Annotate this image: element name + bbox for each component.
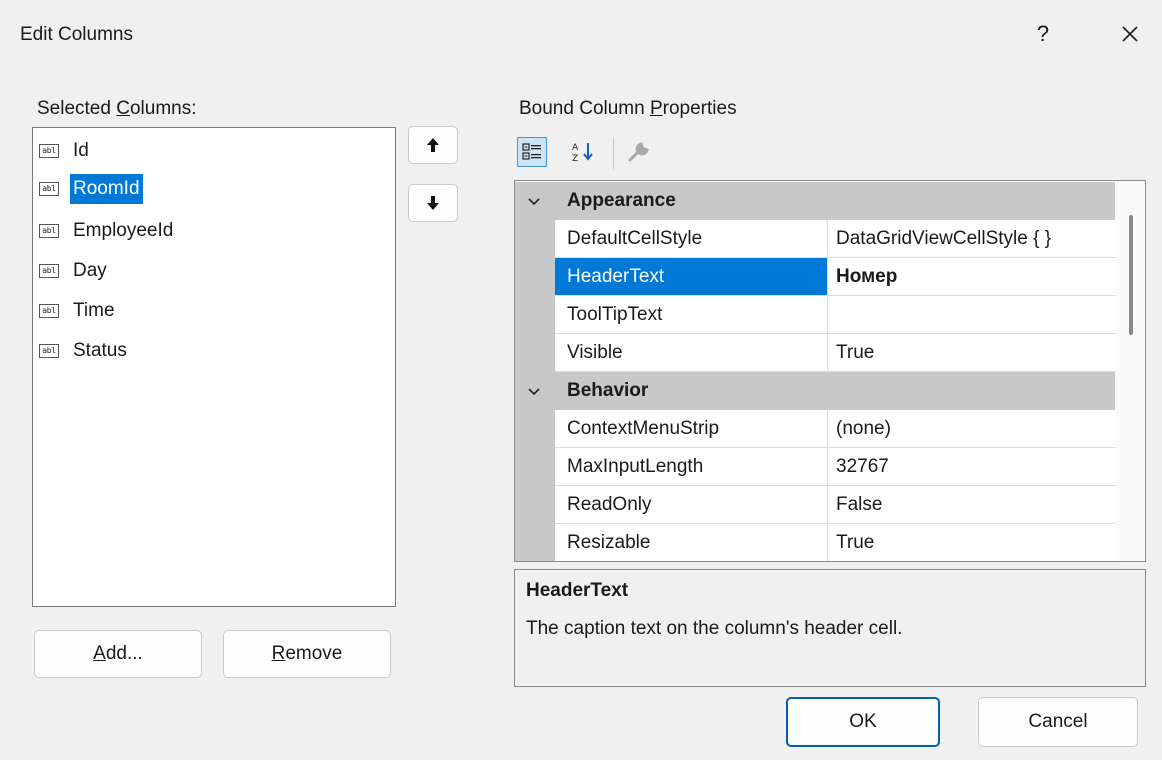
property-grid[interactable]: Appearance DefaultCellStyle DataGridView… bbox=[514, 180, 1146, 562]
scrollbar-thumb[interactable] bbox=[1129, 215, 1133, 335]
help-button[interactable]: ? bbox=[1026, 14, 1060, 54]
property-name: HeaderText bbox=[555, 258, 828, 296]
property-row-tooltiptext[interactable]: ToolTipText bbox=[515, 296, 1124, 334]
property-value[interactable] bbox=[827, 296, 1124, 334]
property-name: Visible bbox=[555, 334, 828, 372]
properties-label: Bound Column Properties bbox=[519, 98, 737, 119]
property-name: DefaultCellStyle bbox=[555, 220, 828, 258]
arrow-up-icon bbox=[427, 138, 439, 152]
wrench-icon bbox=[628, 142, 649, 162]
alphabetical-icon: A Z bbox=[572, 143, 593, 163]
categorized-button[interactable] bbox=[517, 137, 547, 167]
property-row-maxinputlength[interactable]: MaxInputLength 32767 bbox=[515, 448, 1124, 486]
property-row-visible[interactable]: Visible True bbox=[515, 334, 1124, 372]
chevron-down-icon bbox=[528, 388, 540, 396]
category-label: Appearance bbox=[567, 190, 676, 211]
text-column-icon: abl bbox=[39, 344, 59, 358]
description-title: HeaderText bbox=[526, 580, 629, 601]
category-appearance[interactable]: Appearance bbox=[515, 182, 1115, 220]
move-down-button[interactable] bbox=[408, 184, 458, 222]
list-item-day[interactable]: abl Day bbox=[39, 252, 110, 290]
list-item-label: EmployeeId bbox=[73, 220, 174, 241]
svg-text:Z: Z bbox=[572, 154, 578, 163]
selected-columns-label: Selected Columns: bbox=[37, 98, 197, 119]
property-value[interactable]: True bbox=[827, 334, 1124, 372]
list-item-label: Time bbox=[73, 300, 115, 321]
property-row-readonly[interactable]: ReadOnly False bbox=[515, 486, 1124, 524]
category-label: Behavior bbox=[567, 380, 649, 401]
list-item-id[interactable]: abl Id bbox=[39, 132, 92, 170]
ok-button[interactable]: OK bbox=[786, 697, 940, 747]
list-item-label: Status bbox=[73, 340, 127, 361]
property-value[interactable]: True bbox=[827, 524, 1124, 561]
property-value[interactable]: False bbox=[827, 486, 1124, 524]
add-button[interactable]: Add... bbox=[34, 630, 202, 678]
svg-text:A: A bbox=[572, 143, 579, 153]
property-name: Resizable bbox=[555, 524, 828, 561]
property-value[interactable]: Номер bbox=[827, 258, 1124, 296]
remove-button[interactable]: Remove bbox=[223, 630, 391, 678]
move-up-button[interactable] bbox=[408, 126, 458, 164]
property-pages-button[interactable] bbox=[624, 137, 654, 167]
text-column-icon: abl bbox=[39, 224, 59, 238]
description-text: The caption text on the column's header … bbox=[526, 618, 903, 639]
list-item-label: RoomId bbox=[70, 174, 143, 204]
list-item-roomid[interactable]: abl RoomId bbox=[39, 170, 143, 208]
dialog-title: Edit Columns bbox=[20, 24, 133, 45]
property-row-resizable[interactable]: Resizable True bbox=[515, 524, 1115, 561]
close-icon bbox=[1122, 26, 1138, 42]
property-row-contextmenustrip[interactable]: ContextMenuStrip (none) bbox=[515, 410, 1124, 448]
property-name: MaxInputLength bbox=[555, 448, 828, 486]
list-item-employeeid[interactable]: abl EmployeeId bbox=[39, 212, 176, 250]
cancel-button[interactable]: Cancel bbox=[978, 697, 1138, 747]
text-column-icon: abl bbox=[39, 144, 59, 158]
remove-button-label: Remove bbox=[271, 643, 343, 664]
selected-columns-list[interactable]: abl Id abl RoomId abl EmployeeId abl Day… bbox=[32, 127, 396, 607]
arrow-down-icon bbox=[427, 196, 439, 210]
close-button[interactable] bbox=[1110, 14, 1150, 54]
property-name: ContextMenuStrip bbox=[555, 410, 828, 448]
vertical-scrollbar[interactable] bbox=[1116, 181, 1145, 561]
list-item-time[interactable]: abl Time bbox=[39, 292, 118, 330]
property-value[interactable]: (none) bbox=[827, 410, 1124, 448]
alphabetical-button[interactable]: A Z bbox=[569, 137, 599, 167]
property-value[interactable]: 32767 bbox=[827, 448, 1124, 486]
categorized-icon bbox=[522, 143, 541, 160]
description-pane: HeaderText The caption text on the colum… bbox=[514, 569, 1146, 687]
help-icon: ? bbox=[1036, 21, 1050, 46]
property-name: ReadOnly bbox=[555, 486, 828, 524]
list-item-label: Day bbox=[73, 260, 107, 281]
property-row-defaultcellstyle[interactable]: DefaultCellStyle DataGridViewCellStyle {… bbox=[515, 220, 1124, 258]
text-column-icon: abl bbox=[39, 304, 59, 318]
text-column-icon: abl bbox=[39, 264, 59, 278]
chevron-down-icon bbox=[528, 198, 540, 206]
list-item-label: Id bbox=[73, 140, 89, 161]
text-column-icon: abl bbox=[39, 182, 59, 196]
add-button-label: Add... bbox=[93, 643, 143, 664]
property-row-headertext[interactable]: HeaderText Номер bbox=[515, 258, 1124, 296]
property-name: ToolTipText bbox=[555, 296, 828, 334]
property-value[interactable]: DataGridViewCellStyle { } bbox=[827, 220, 1124, 258]
list-item-status[interactable]: abl Status bbox=[39, 332, 130, 370]
toolbar-separator bbox=[613, 137, 614, 169]
category-behavior[interactable]: Behavior bbox=[515, 372, 1115, 410]
